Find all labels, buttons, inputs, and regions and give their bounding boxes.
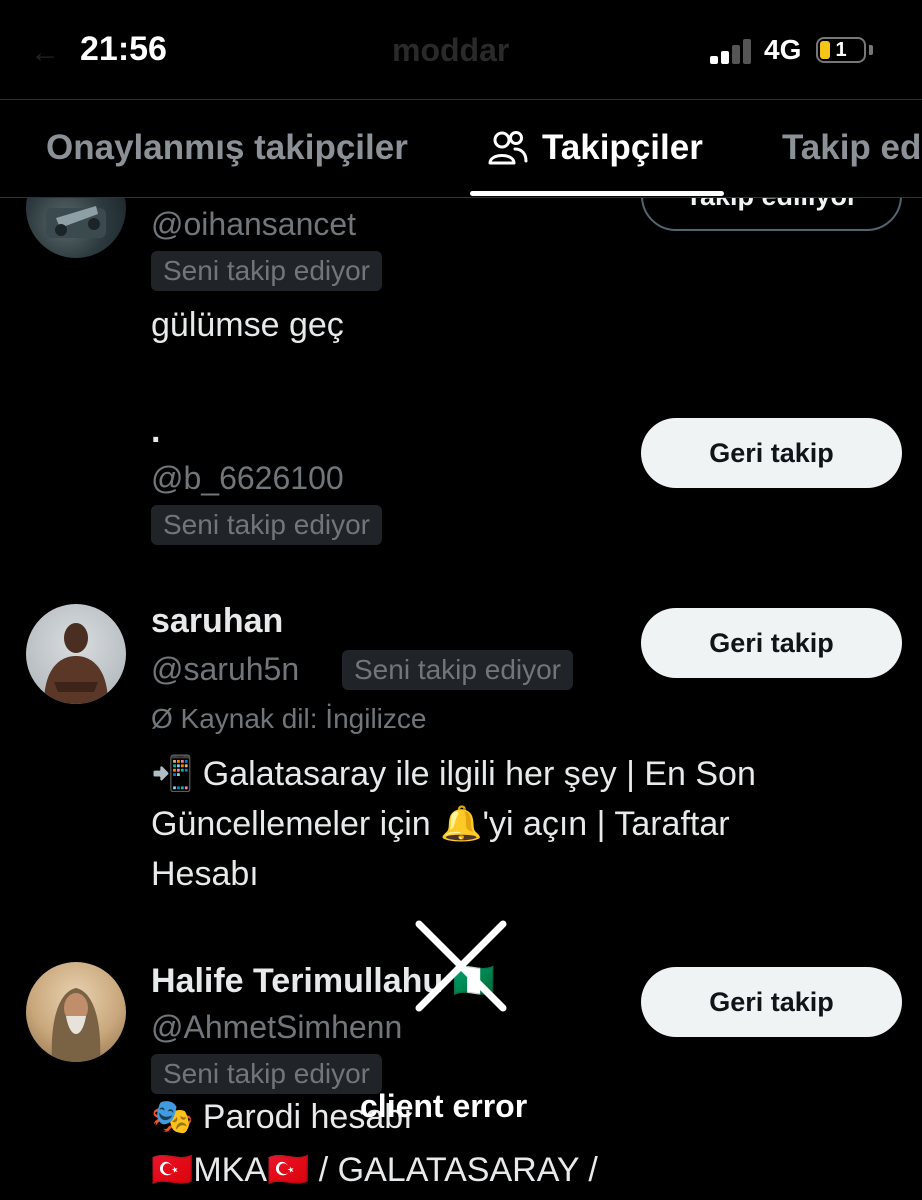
follows-you-badge: Seni takip ediyor bbox=[151, 505, 383, 545]
follower-tabs: Onaylanmış takipçiler Takipçiler Takip e… bbox=[0, 100, 922, 198]
user-handle: @oihansancet bbox=[151, 206, 357, 242]
tab-following[interactable]: Takip ediliyor bbox=[782, 128, 922, 168]
cellular-signal-icon bbox=[710, 38, 754, 64]
battery-level: 1 bbox=[835, 39, 847, 61]
source-language: Ø Kaynak dil: İngilizce bbox=[151, 703, 427, 734]
user-handle: @AhmetSimhenn bbox=[151, 1009, 403, 1045]
user-handle: @b_6626100 bbox=[151, 460, 344, 496]
user-bio-line: Hesabı bbox=[151, 855, 259, 893]
status-bar: ← moddar 21:56 4G 1 bbox=[0, 0, 922, 100]
avatar-image bbox=[51, 988, 101, 1062]
follows-you-badge: Seni takip ediyor bbox=[342, 650, 574, 690]
follow-back-button[interactable]: Geri takip bbox=[641, 608, 902, 678]
user-bio-line: 🇹🇷MKA🇹🇷 / GALATASARAY / bbox=[151, 1151, 598, 1189]
back-arrow-icon[interactable]: ← bbox=[30, 36, 60, 70]
follows-you-badge: Seni takip ediyor bbox=[151, 1054, 383, 1094]
status-time: 21:56 bbox=[80, 30, 167, 68]
error-message: client error bbox=[360, 1088, 528, 1124]
user-bio-line: Güncellemeler için 🔔'yi açın | Taraftar bbox=[151, 805, 730, 843]
battery-icon: 1 bbox=[816, 37, 866, 63]
people-icon bbox=[488, 131, 528, 165]
avatar[interactable] bbox=[26, 198, 126, 258]
user-name: saruhan bbox=[151, 602, 284, 640]
follow-back-button[interactable]: Geri takip bbox=[641, 967, 902, 1037]
user-handle: @saruh5n bbox=[151, 651, 300, 687]
tab-followers[interactable]: Takipçiler bbox=[488, 128, 703, 168]
profile-title-faded: moddar bbox=[392, 32, 510, 68]
user-name: . bbox=[151, 412, 161, 450]
active-tab-indicator bbox=[470, 191, 724, 196]
user-bio: gülümse geç bbox=[151, 306, 344, 344]
close-icon bbox=[415, 920, 507, 1012]
followers-list: @oihansancet Seni takip ediyor gülümse g… bbox=[0, 198, 922, 1200]
follow-back-button[interactable]: Geri takip bbox=[641, 418, 902, 488]
follows-you-badge: Seni takip ediyor bbox=[151, 251, 383, 291]
avatar[interactable] bbox=[26, 962, 126, 1062]
tab-followers-label: Takipçiler bbox=[542, 128, 703, 167]
avatar-image bbox=[46, 206, 106, 238]
tab-verified-followers[interactable]: Onaylanmış takipçiler bbox=[46, 128, 408, 168]
following-button[interactable]: Takip ediliyor bbox=[641, 198, 902, 231]
network-type: 4G bbox=[764, 34, 802, 65]
avatar-image bbox=[44, 623, 108, 704]
battery-nub bbox=[869, 45, 873, 55]
avatar[interactable] bbox=[26, 604, 126, 704]
user-bio-line: 📲 Galatasaray ile ilgili her şey | En So… bbox=[151, 755, 756, 793]
